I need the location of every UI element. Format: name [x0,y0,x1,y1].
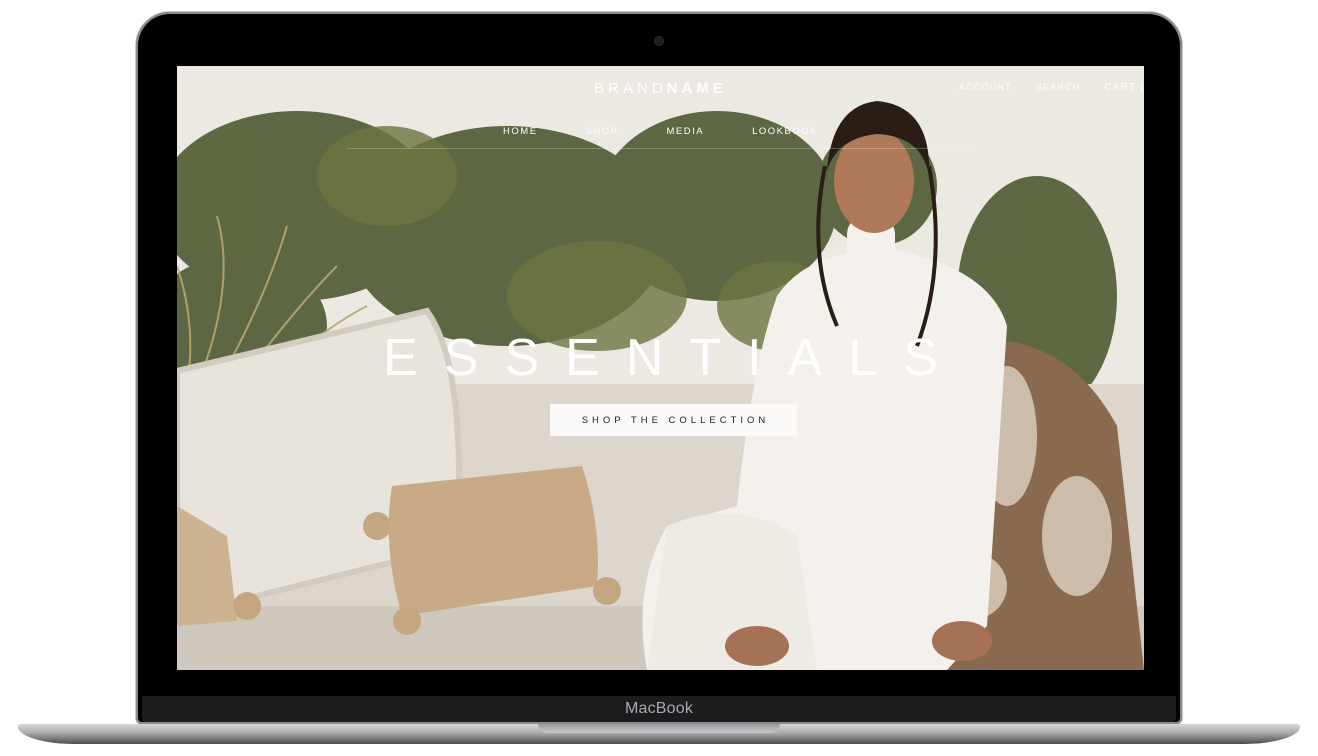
utility-links: ACCOUNT SEARCH CART | [959,82,1144,93]
nav-item-shop[interactable]: SHOP [586,126,619,137]
device-label: MacBook [624,700,694,717]
brand-logo-bold: NAME [666,80,727,97]
shop-collection-button[interactable]: SHOP THE COLLECTION [550,404,797,436]
nav-item-home[interactable]: HOME [503,126,538,137]
hero-headline: ESSENTIALS [383,329,964,387]
search-link[interactable]: SEARCH [1036,82,1081,93]
nav-divider [347,148,974,149]
account-link[interactable]: ACCOUNT [959,82,1012,93]
camera-icon [655,37,663,45]
brand-logo-light: BRAND [594,80,667,97]
cart-link[interactable]: CART | [1105,82,1144,93]
laptop-notch [538,724,780,733]
main-nav: HOME SHOP MEDIA LOOKBOOK [177,126,1144,137]
laptop-chin: MacBook [142,696,1176,722]
nav-item-lookbook[interactable]: LOOKBOOK [752,126,818,137]
nav-item-media[interactable]: MEDIA [666,126,704,137]
website-screen: BRANDNAME ACCOUNT SEARCH CART | HOME SHO… [177,66,1144,670]
